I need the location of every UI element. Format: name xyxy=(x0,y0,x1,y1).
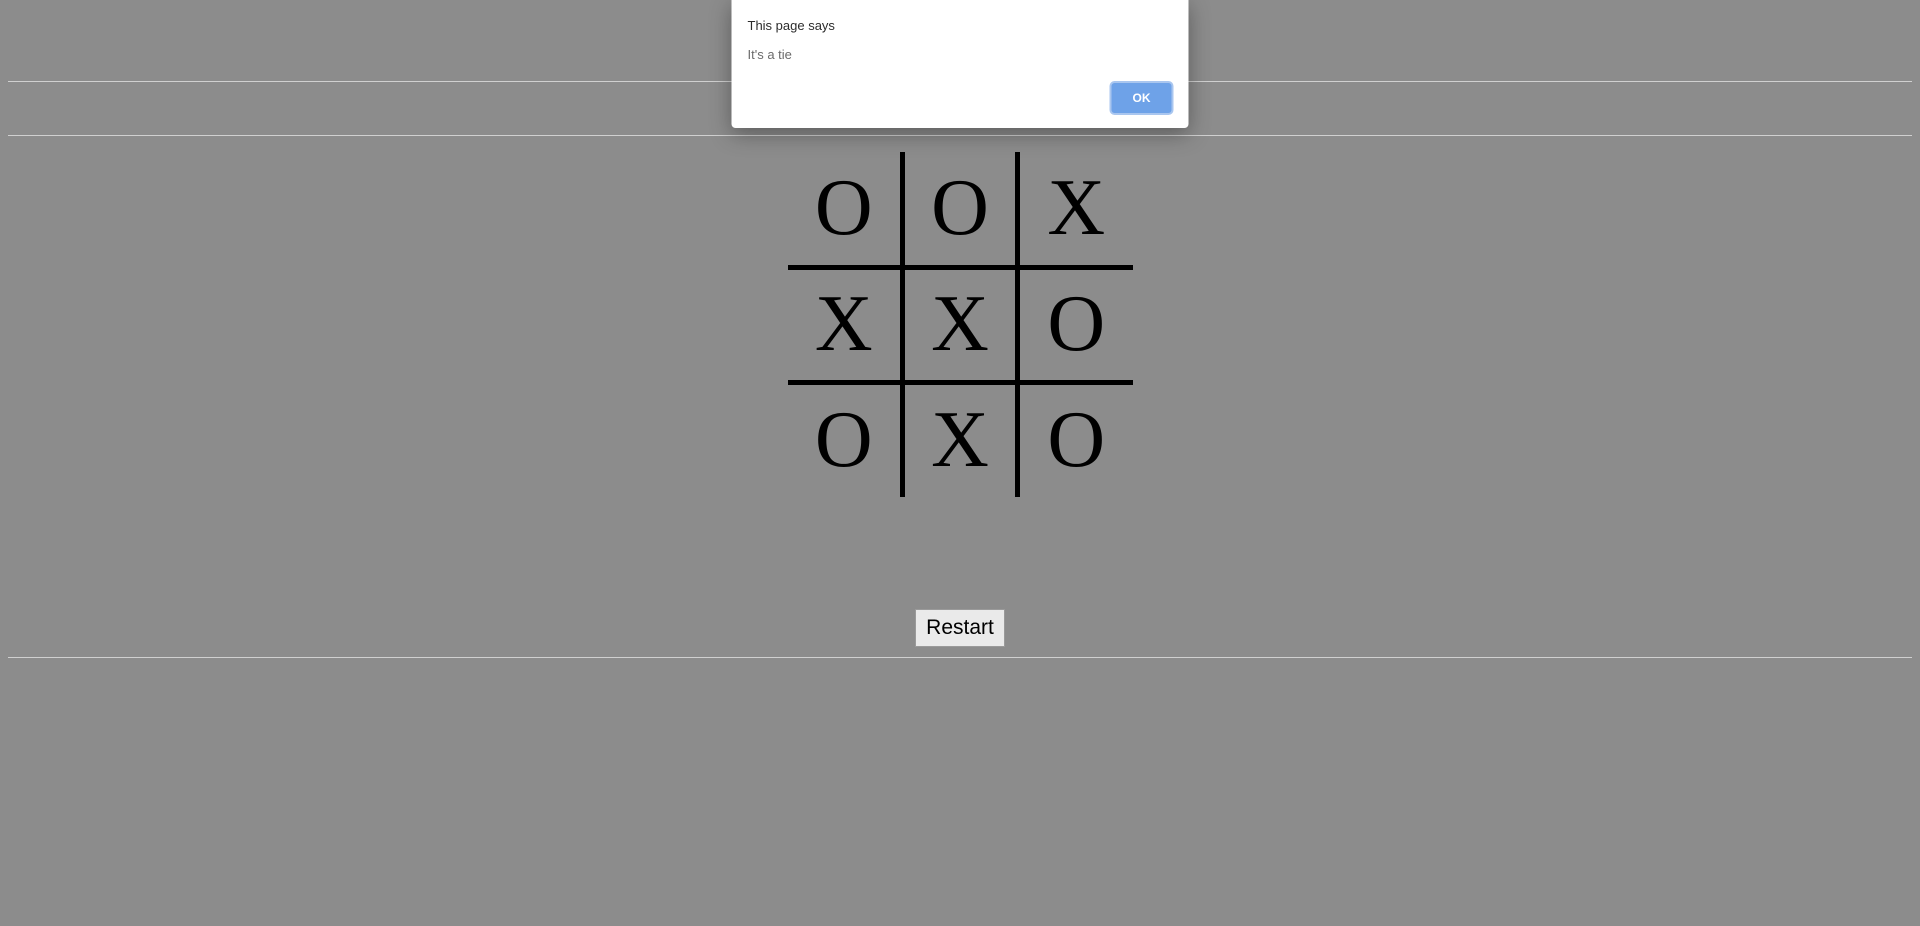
cell-1-1[interactable]: X xyxy=(903,267,1018,382)
cell-2-2[interactable]: O xyxy=(1018,382,1133,497)
cell-1-2[interactable]: O xyxy=(1018,267,1133,382)
cell-2-1[interactable]: X xyxy=(903,382,1018,497)
tic-tac-toe-board: O O X X X O O X O xyxy=(788,152,1133,497)
cell-0-1[interactable]: O xyxy=(903,152,1018,267)
alert-message: It's a tie xyxy=(748,47,1173,62)
divider-bottom xyxy=(8,657,1912,658)
ok-button[interactable]: OK xyxy=(1111,82,1173,114)
cell-0-0[interactable]: O xyxy=(788,152,903,267)
cell-1-0[interactable]: X xyxy=(788,267,903,382)
cell-2-0[interactable]: O xyxy=(788,382,903,497)
alert-dialog: This page says It's a tie OK xyxy=(732,0,1189,128)
alert-title: This page says xyxy=(748,18,1173,33)
divider-mid xyxy=(8,135,1912,136)
restart-button[interactable]: Restart xyxy=(915,609,1005,647)
cell-0-2[interactable]: X xyxy=(1018,152,1133,267)
